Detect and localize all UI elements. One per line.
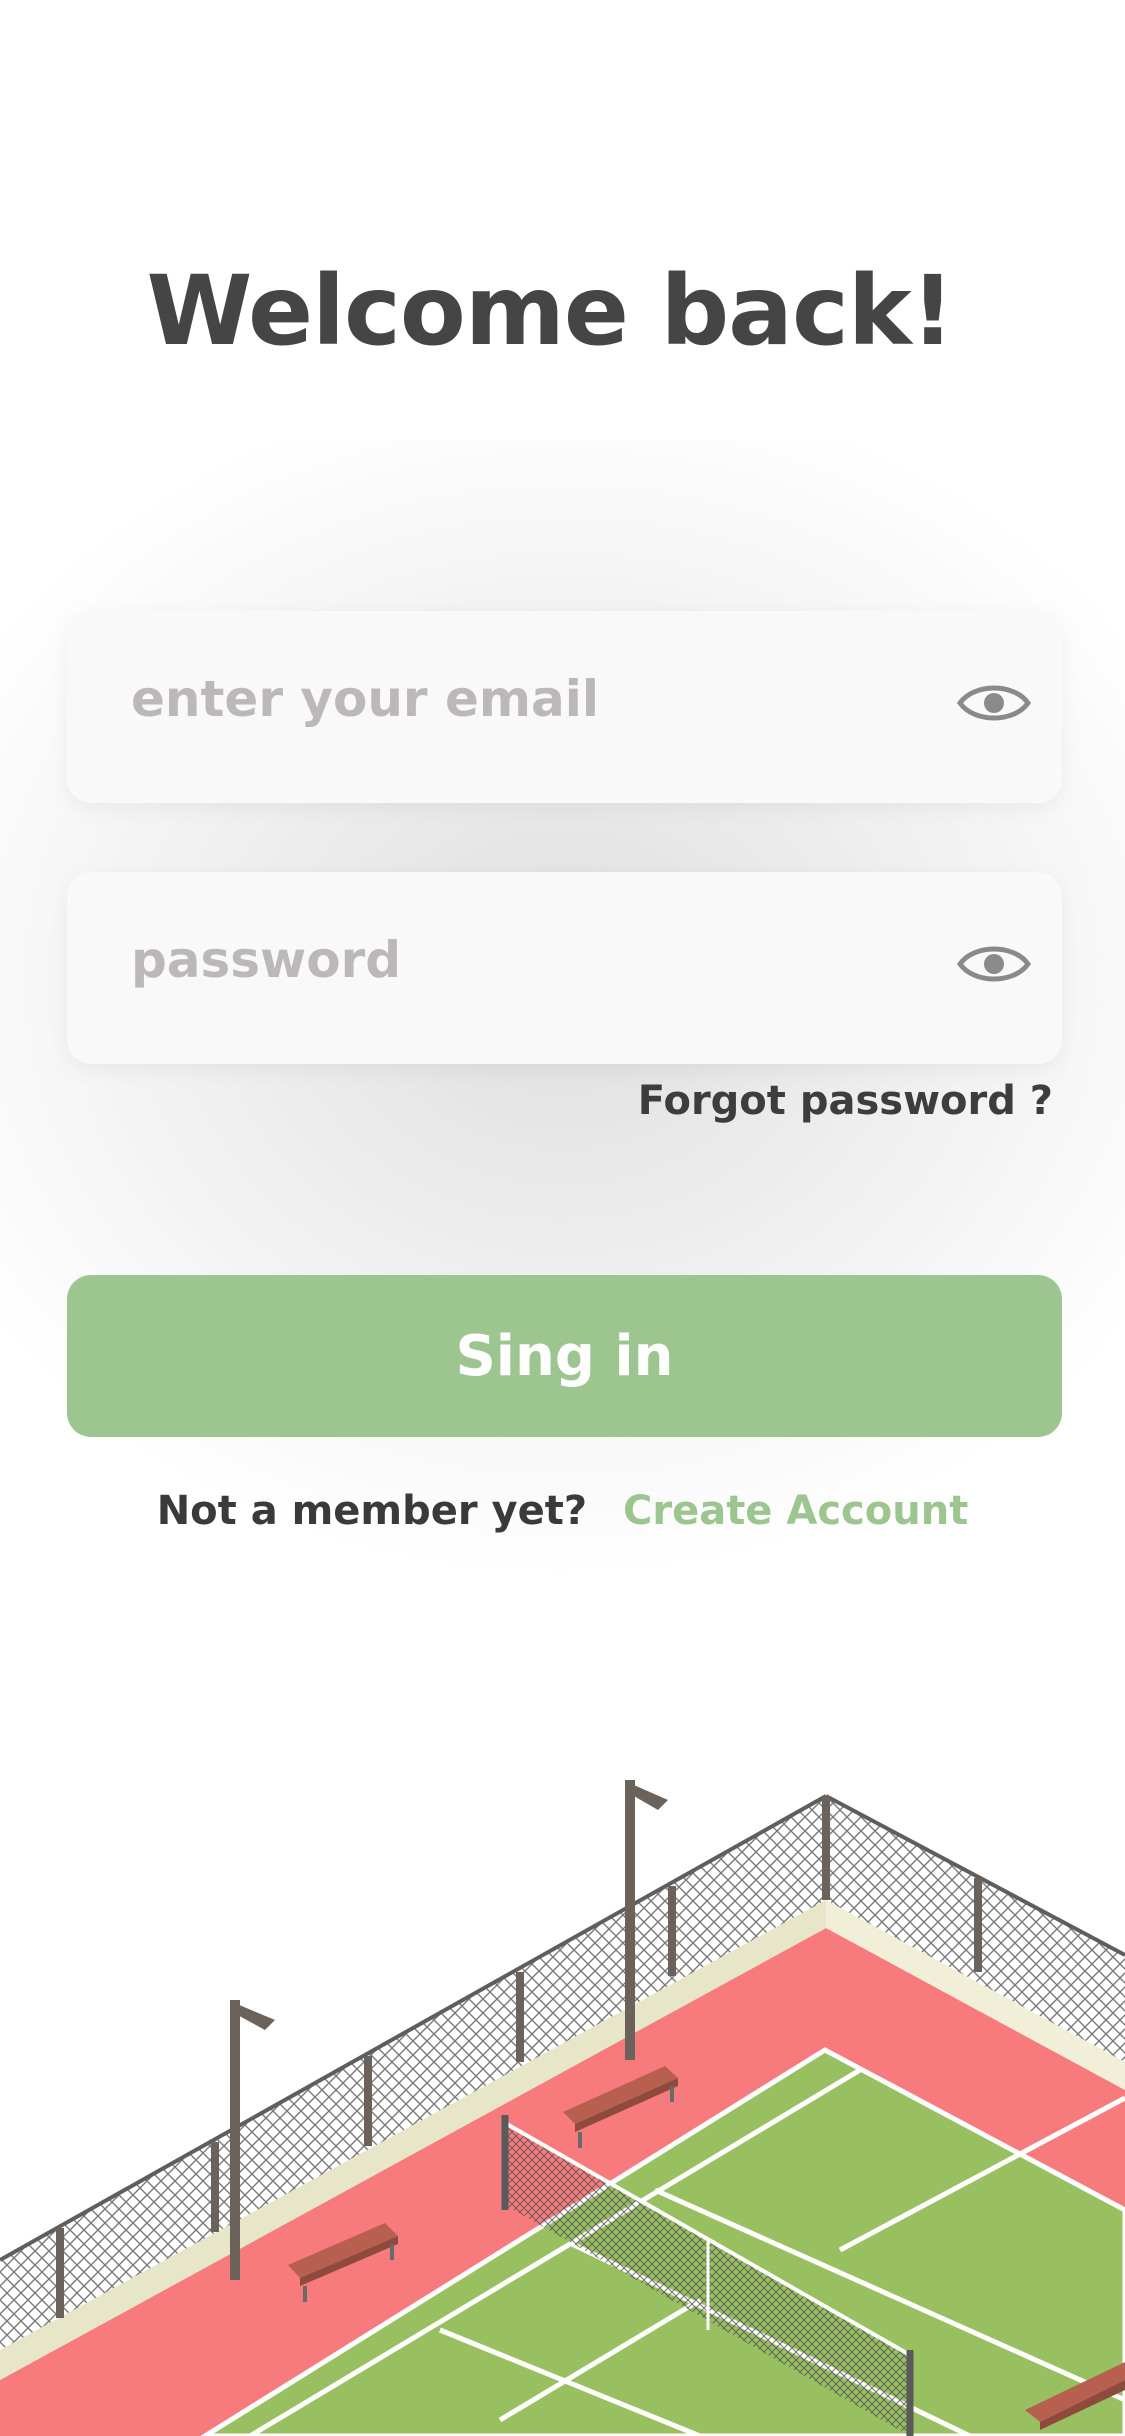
password-field-container[interactable] — [67, 864, 1062, 1064]
sign-in-button[interactable]: Sing in — [67, 1275, 1062, 1437]
email-field-container[interactable] — [67, 603, 1062, 803]
eye-icon[interactable] — [956, 934, 1032, 994]
member-question-text: Not a member yet? — [156, 1488, 588, 1534]
signup-prompt: Not a member yet? Create Account — [0, 1488, 1125, 1534]
create-account-link[interactable]: Create Account — [623, 1488, 968, 1534]
page-title: Welcome back! — [146, 255, 955, 367]
forgot-password-link[interactable]: Forgot password ? — [638, 1078, 1053, 1124]
eye-icon[interactable] — [956, 673, 1032, 733]
email-input[interactable] — [131, 603, 931, 795]
tennis-court-illustration — [0, 1780, 1125, 2436]
login-screen: Welcome back! Forgot password ? Sing in … — [0, 0, 1125, 2436]
password-input[interactable] — [131, 864, 931, 1056]
